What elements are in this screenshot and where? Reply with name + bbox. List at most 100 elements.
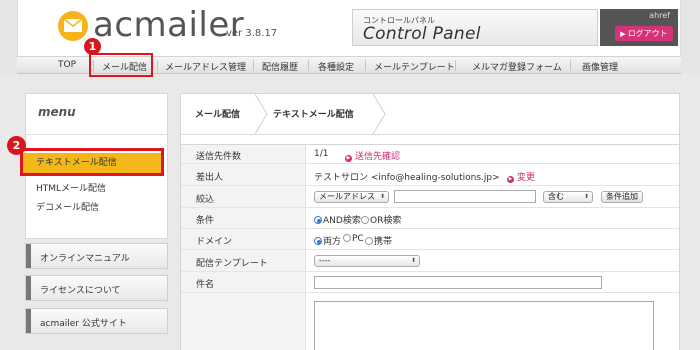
nav-divider <box>308 60 309 71</box>
link-accent-bar <box>26 276 31 300</box>
nav-divider <box>455 60 456 71</box>
app-version: ver 3.8.17 <box>226 28 278 39</box>
filter-label: 絞込 <box>196 195 215 205</box>
arrow-circle-icon: ▶ <box>345 155 352 162</box>
form-label-cell: 件名 <box>181 272 306 292</box>
condition-or-radio[interactable]: OR検索 <box>361 213 401 226</box>
breadcrumb-item-current: テキストメール配信 <box>273 110 354 120</box>
domain-pc-label: PC <box>352 234 364 244</box>
username: ahref <box>649 11 670 20</box>
form-label-cell: 絞込 <box>181 186 306 207</box>
select-arrows-icon: ⬍ <box>410 257 416 264</box>
radio-unchecked-icon <box>361 216 369 224</box>
form-label-cell: 差出人 <box>181 164 306 185</box>
form-label-cell: 送信先件数 <box>181 145 306 163</box>
nav-item-mail-templates[interactable]: メールテンプレート <box>374 60 455 73</box>
nav-item-signup-form[interactable]: メルマガ登録フォーム <box>472 60 562 73</box>
filter-field-select[interactable]: メールアドレス ⬍ <box>314 191 389 203</box>
subject-input[interactable] <box>314 276 602 289</box>
sidebar-link-label: acmailer 公式サイト <box>40 319 127 329</box>
condition-and-label: AND検索 <box>323 216 361 226</box>
filter-match-value: 含む <box>548 192 564 201</box>
form-row-domain: ドメイン 両方 PC 携帯 <box>181 229 679 250</box>
radio-checked-icon <box>314 237 322 245</box>
body-textarea[interactable] <box>314 301 654 350</box>
radio-checked-icon <box>314 216 322 224</box>
template-select[interactable]: ---- ⬍ <box>314 255 420 267</box>
arrow-circle-icon: ▶ <box>507 176 514 183</box>
condition-or-label: OR検索 <box>370 216 402 226</box>
sender-change-label: 変更 <box>517 173 536 183</box>
form-label-cell: 配信テンプレート <box>181 250 306 271</box>
filter-match-select[interactable]: 含む ⬍ <box>543 191 593 203</box>
mail-form: 送信先件数 1/1 ▶ 送信先確認 差出人 テストサロン <info@healin… <box>181 144 679 350</box>
recipients-label: 送信先件数 <box>196 152 242 162</box>
link-accent-bar <box>26 244 31 268</box>
add-condition-button[interactable]: 条件追加 <box>601 191 643 203</box>
control-panel-banner: コントロールパネル Control Panel <box>352 9 598 46</box>
user-box: ahref ▶ ログアウト <box>600 9 678 46</box>
domain-both-label: 両方 <box>323 237 342 247</box>
filter-field-value: メールアドレス <box>319 192 375 201</box>
logout-label: ログアウト <box>627 29 668 38</box>
filter-text-input[interactable] <box>394 190 536 203</box>
highlight-box-nav <box>89 53 153 77</box>
form-row-template: 配信テンプレート ---- ⬍ <box>181 250 679 272</box>
sidebar-item-deco-mail[interactable]: デコメール配信 <box>36 200 99 213</box>
sidebar-link-online-manual[interactable]: オンラインマニュアル <box>25 243 168 269</box>
radio-unchecked-icon <box>365 237 373 245</box>
breadcrumb: メール配信 テキストメール配信 <box>181 94 679 135</box>
link-accent-bar <box>26 309 31 333</box>
nav-item-address-management[interactable]: メールアドレス管理 <box>165 60 246 73</box>
logout-button[interactable]: ▶ ログアウト <box>615 26 673 41</box>
step-badge-1: 1 <box>84 38 101 55</box>
form-row-condition: 条件 AND検索 OR検索 <box>181 208 679 229</box>
menu-divider <box>26 134 167 135</box>
template-label: 配信テンプレート <box>196 259 268 269</box>
recipients-confirm-link[interactable]: ▶ 送信先確認 <box>345 149 400 162</box>
sidebar-link-label: ライセンスについて <box>40 286 121 296</box>
radio-unchecked-icon <box>343 234 351 242</box>
template-value: ---- <box>319 256 331 265</box>
recipients-confirm-label: 送信先確認 <box>355 152 401 162</box>
nav-item-history[interactable]: 配信履歴 <box>262 60 298 73</box>
envelope-icon <box>64 19 82 32</box>
domain-mobile-label: 携帯 <box>374 237 393 247</box>
select-arrows-icon: ⬍ <box>379 193 385 200</box>
form-row-body <box>181 293 679 350</box>
main-content: メール配信 テキストメール配信 送信先件数 1/1 ▶ 送信先確認 差出人 テスト… <box>180 93 680 350</box>
nav-item-image-management[interactable]: 画像管理 <box>582 60 618 73</box>
sender-change-link[interactable]: ▶ 変更 <box>507 170 535 183</box>
select-arrows-icon: ⬍ <box>583 193 589 200</box>
form-row-recipients: 送信先件数 1/1 ▶ 送信先確認 <box>181 145 679 164</box>
nav-item-top[interactable]: TOP <box>58 60 76 70</box>
form-label-cell <box>181 293 306 350</box>
nav-item-settings[interactable]: 各種設定 <box>318 60 354 73</box>
play-icon: ▶ <box>620 30 626 38</box>
nav-divider <box>253 60 254 71</box>
nav-divider <box>157 60 158 71</box>
breadcrumb-chevron-icon <box>254 94 268 134</box>
form-row-sender: 差出人 テストサロン <info@healing-solutions.jp> ▶… <box>181 164 679 186</box>
mail-icon <box>58 11 88 41</box>
sender-label: 差出人 <box>196 173 224 183</box>
nav-divider <box>365 60 366 71</box>
form-label-cell: 条件 <box>181 208 306 228</box>
domain-label: ドメイン <box>196 237 233 247</box>
subject-label: 件名 <box>196 280 215 290</box>
recipients-count: 1/1 <box>314 149 329 159</box>
sidebar-link-license[interactable]: ライセンスについて <box>25 275 168 301</box>
highlight-box-sidebar <box>20 148 164 176</box>
sidebar-link-label: オンラインマニュアル <box>40 254 130 264</box>
menu-title: menu <box>38 105 76 119</box>
domain-pc-radio[interactable]: PC <box>343 234 364 244</box>
control-panel-title: Control Panel <box>363 24 481 44</box>
domain-both-radio[interactable]: 両方 <box>314 234 341 247</box>
condition-and-radio[interactable]: AND検索 <box>314 213 361 226</box>
sidebar-item-html-mail[interactable]: HTMLメール配信 <box>36 181 106 194</box>
app-logo[interactable]: acmailer <box>93 5 244 45</box>
breadcrumb-item[interactable]: メール配信 <box>195 107 240 120</box>
sender-address: テストサロン <info@healing-solutions.jp> <box>314 173 500 183</box>
sidebar-link-official-site[interactable]: acmailer 公式サイト <box>25 308 168 334</box>
domain-mobile-radio[interactable]: 携帯 <box>365 234 392 247</box>
